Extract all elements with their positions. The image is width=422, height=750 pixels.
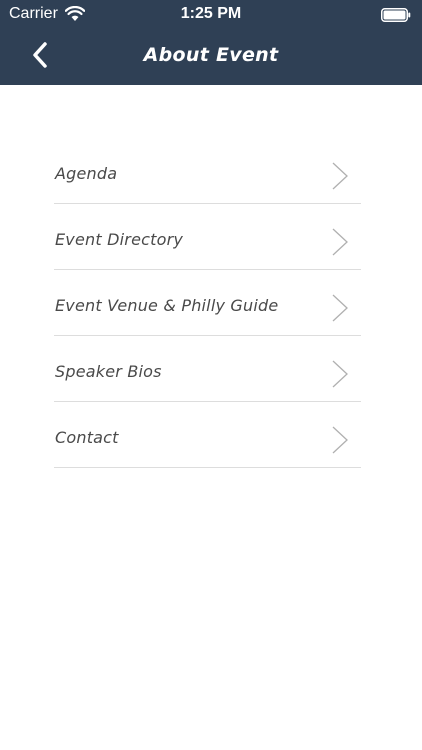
battery-full-icon xyxy=(381,8,411,22)
menu-item-event-venue[interactable]: Event Venue & Philly Guide xyxy=(54,270,361,336)
status-bar: Carrier 1:25 PM xyxy=(0,0,422,30)
menu-item-agenda[interactable]: Agenda xyxy=(54,138,361,204)
menu-item-label: Event Venue & Philly Guide xyxy=(55,296,279,315)
menu-item-contact[interactable]: Contact xyxy=(54,402,361,468)
chevron-right-icon xyxy=(332,426,348,454)
navigation-bar: About Event xyxy=(0,30,422,85)
menu-item-speaker-bios[interactable]: Speaker Bios xyxy=(54,336,361,402)
menu-item-label: Agenda xyxy=(55,164,118,183)
chevron-right-icon xyxy=(332,294,348,322)
chevron-right-icon xyxy=(332,162,348,190)
header: Carrier 1:25 PM About Event xyxy=(0,0,422,85)
menu-item-label: Speaker Bios xyxy=(55,362,162,381)
chevron-right-icon xyxy=(332,228,348,256)
clock: 1:25 PM xyxy=(180,5,242,22)
menu-list: Agenda Event Directory Event Venue & Phi… xyxy=(54,138,361,468)
chevron-right-icon xyxy=(332,360,348,388)
menu-item-event-directory[interactable]: Event Directory xyxy=(54,204,361,270)
menu-item-label: Contact xyxy=(55,428,119,447)
page-title: About Event xyxy=(143,44,279,66)
menu-item-label: Event Directory xyxy=(55,230,184,249)
